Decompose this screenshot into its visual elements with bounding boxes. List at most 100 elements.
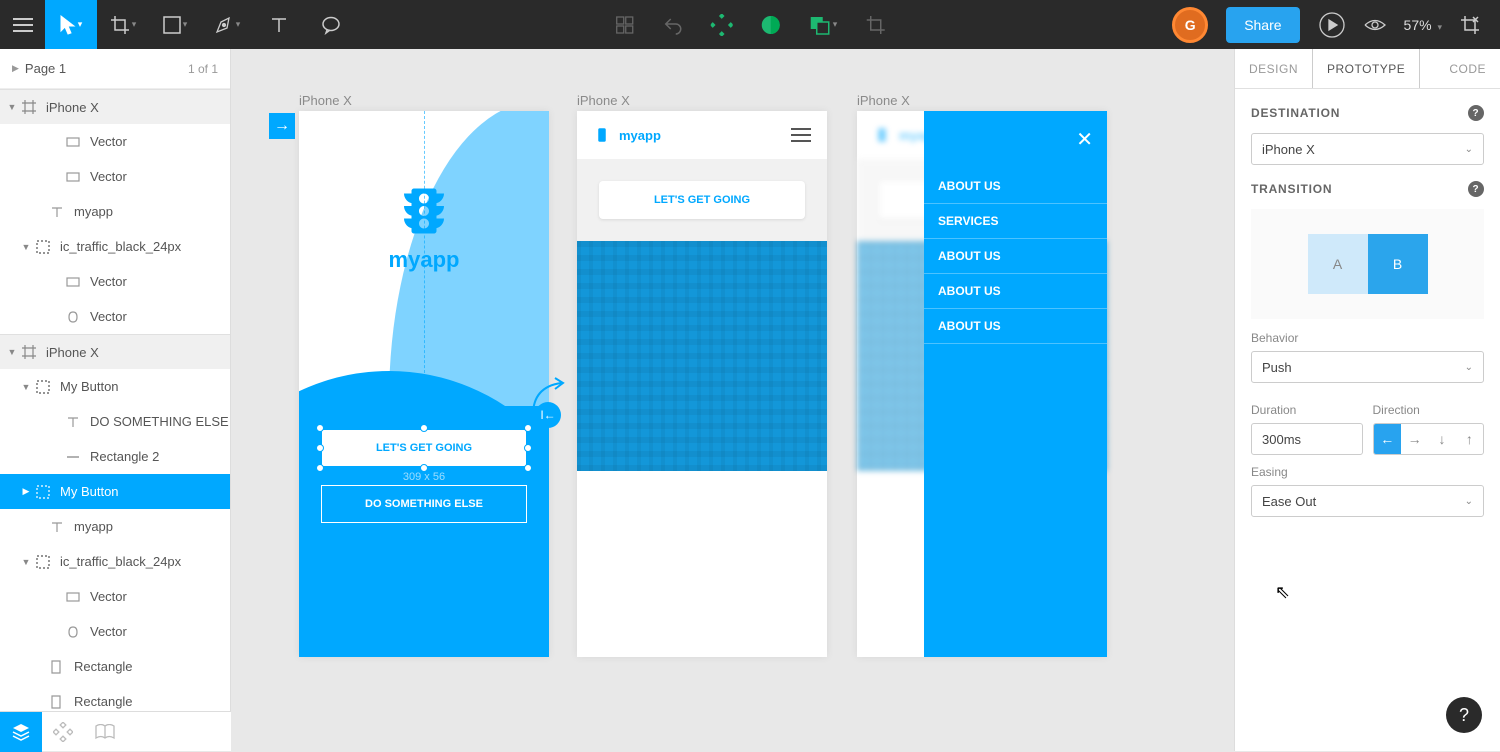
layer-item[interactable]: ▼My Button xyxy=(0,369,230,404)
tab-design[interactable]: DESIGN xyxy=(1235,49,1312,88)
transition-section: TRANSITION? A B Behavior Push⌄ Duration … xyxy=(1235,165,1500,517)
field-label: Duration xyxy=(1251,403,1363,417)
share-button[interactable]: Share xyxy=(1226,7,1299,43)
hero-section: LET'S GET GOING xyxy=(577,159,827,241)
easing-select[interactable]: Ease Out⌄ xyxy=(1251,485,1484,517)
panel-tabs: DESIGN PROTOTYPE CODE xyxy=(1235,49,1500,89)
primary-button[interactable]: LET'S GET GOING xyxy=(321,429,527,467)
layer-item[interactable]: myapp xyxy=(0,509,230,544)
layer-item[interactable]: ▶My Button xyxy=(0,474,230,509)
page-name: Page 1 xyxy=(19,61,188,76)
prototype-start-icon[interactable]: → xyxy=(269,113,295,139)
close-icon[interactable]: ✕ xyxy=(1076,127,1093,152)
section-label: DESTINATION xyxy=(1251,106,1340,120)
layer-item[interactable]: ▼iPhone X xyxy=(0,334,230,369)
selection-dimensions: 309 x 56 xyxy=(299,471,549,483)
help-button[interactable]: ? xyxy=(1446,697,1482,733)
page-selector[interactable]: ▶ Page 1 1 of 1 xyxy=(0,49,230,89)
artboard-3[interactable]: myapp ✕ ABOUT USSERVICESABOUT USABOUT US… xyxy=(857,111,1107,657)
play-button[interactable] xyxy=(1318,0,1346,49)
layer-item[interactable]: Vector xyxy=(0,124,230,159)
layer-item[interactable]: myapp xyxy=(0,194,230,229)
field-label: Easing xyxy=(1251,465,1484,479)
secondary-button[interactable]: DO SOMETHING ELSE xyxy=(321,485,527,523)
layer-item[interactable]: Rectangle xyxy=(0,684,230,711)
artboard-2[interactable]: myapp LET'S GET GOING xyxy=(577,111,827,657)
layers-icon[interactable]: ▾ xyxy=(809,0,838,49)
rect-tool[interactable]: ▾ xyxy=(149,0,201,49)
direction-up[interactable]: ↑ xyxy=(1456,424,1483,454)
layer-item[interactable]: ▼ic_traffic_black_24px xyxy=(0,229,230,264)
pen-tool[interactable]: ▾ xyxy=(201,0,253,49)
assets-tab-icon[interactable] xyxy=(42,712,84,752)
top-toolbar: ▾ ▾ ▾ ▾ ▾ G Share 57% ▾ xyxy=(0,0,1500,49)
tab-prototype[interactable]: PROTOTYPE xyxy=(1312,49,1420,88)
text-tool[interactable] xyxy=(253,0,305,49)
zoom-level[interactable]: 57% ▾ xyxy=(1404,17,1442,33)
traffic-icon xyxy=(394,181,454,241)
layer-item[interactable]: Vector xyxy=(0,579,230,614)
select-tool[interactable]: ▾ xyxy=(45,0,97,49)
crop2-icon[interactable] xyxy=(865,0,885,49)
cta-button[interactable]: LET'S GET GOING xyxy=(599,181,805,219)
layer-item[interactable]: Rectangle 2 xyxy=(0,439,230,474)
layer-item[interactable]: DO SOMETHING ELSE xyxy=(0,404,230,439)
help-icon[interactable]: ? xyxy=(1468,105,1484,121)
nav-item[interactable]: ABOUT US xyxy=(924,309,1107,344)
logo-group: myapp xyxy=(299,181,549,273)
toolbar-center: ▾ xyxy=(615,0,886,49)
align-icon[interactable] xyxy=(711,0,733,49)
app-title: myapp xyxy=(389,247,460,273)
bottom-left-bar xyxy=(0,711,231,751)
tab-code[interactable]: CODE xyxy=(1435,49,1500,88)
behavior-select[interactable]: Push⌄ xyxy=(1251,351,1484,383)
eye-icon[interactable] xyxy=(1364,0,1386,49)
direction-down[interactable]: ↓ xyxy=(1428,424,1455,454)
artboard-1[interactable]: myapp LET'S GET GOING 309 x 56 DO SOMETH… xyxy=(299,111,549,657)
library-tab-icon[interactable] xyxy=(84,712,126,752)
field-label: Direction xyxy=(1373,403,1485,417)
layer-item[interactable]: Vector xyxy=(0,264,230,299)
layer-item[interactable]: Vector xyxy=(0,159,230,194)
direction-left[interactable]: ← xyxy=(1374,424,1401,454)
menu-button[interactable] xyxy=(0,0,45,49)
canvas[interactable]: → iPhone X iPhone X iPhone X myapp LET'S… xyxy=(231,49,1234,751)
contrast-icon[interactable] xyxy=(761,0,781,49)
crop-tool[interactable]: ▾ xyxy=(97,0,149,49)
duration-input[interactable]: 300ms xyxy=(1251,423,1363,455)
layer-item[interactable]: Vector xyxy=(0,614,230,649)
help-icon[interactable]: ? xyxy=(1468,181,1484,197)
brand-text: myapp xyxy=(619,128,661,143)
artboard-label[interactable]: iPhone X xyxy=(577,93,630,108)
prototype-target-node[interactable]: I← xyxy=(535,402,561,428)
app-header: myapp xyxy=(577,111,827,159)
hero-image xyxy=(577,241,827,471)
layer-list: ▼iPhone XVectorVectormyapp▼ic_traffic_bl… xyxy=(0,89,230,711)
nav-item[interactable]: ABOUT US xyxy=(924,239,1107,274)
traffic-icon xyxy=(593,126,611,144)
undo-icon[interactable] xyxy=(663,0,683,49)
artboard-label[interactable]: iPhone X xyxy=(857,93,910,108)
layers-tab-icon[interactable] xyxy=(0,712,42,752)
comment-tool[interactable] xyxy=(305,0,357,49)
section-label: TRANSITION xyxy=(1251,182,1332,196)
toolbar-right: G Share 57% ▾ xyxy=(1172,0,1500,49)
layer-item[interactable]: ▼iPhone X xyxy=(0,89,230,124)
nav-item[interactable]: ABOUT US xyxy=(924,169,1107,204)
nav-item[interactable]: SERVICES xyxy=(924,204,1107,239)
layer-item[interactable]: Rectangle xyxy=(0,649,230,684)
layers-panel: ▶ Page 1 1 of 1 ▼iPhone XVectorVectormya… xyxy=(0,49,231,711)
layer-item[interactable]: Vector xyxy=(0,299,230,334)
transition-preview: A B xyxy=(1251,209,1484,319)
destination-select[interactable]: iPhone X⌄ xyxy=(1251,133,1484,165)
direction-right[interactable]: → xyxy=(1401,424,1428,454)
expand-icon[interactable] xyxy=(1460,0,1480,49)
avatar[interactable]: G xyxy=(1172,7,1208,43)
components-icon[interactable] xyxy=(615,0,635,49)
hamburger-icon[interactable] xyxy=(791,128,811,142)
artboard-label[interactable]: iPhone X xyxy=(299,93,352,108)
layer-item[interactable]: ▼ic_traffic_black_24px xyxy=(0,544,230,579)
nav-item[interactable]: ABOUT US xyxy=(924,274,1107,309)
preview-a: A xyxy=(1308,234,1368,294)
nav-drawer: ✕ ABOUT USSERVICESABOUT USABOUT USABOUT … xyxy=(924,111,1107,657)
